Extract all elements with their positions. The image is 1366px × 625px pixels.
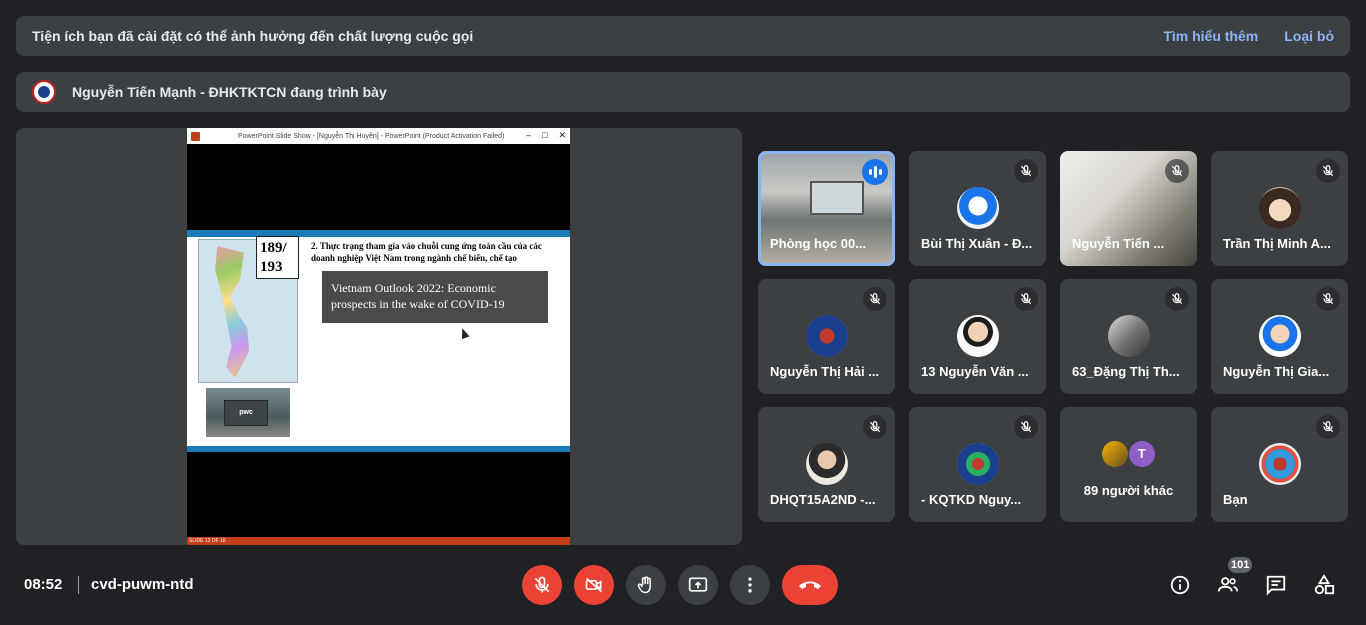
slideshow-window: PowerPoint Slide Show - [Nguyễn Thị Huyề… [187,128,570,545]
presenting-text: Nguyễn Tiến Mạnh - ĐHKTKTCN đang trình b… [72,84,387,100]
participant-tile[interactable]: 63_Đặng Thị Th... [1060,279,1197,394]
participant-name: Bạn [1223,492,1248,507]
participant-avatar [805,443,848,485]
participant-tile[interactable]: 13 Nguyễn Văn ... [909,279,1046,394]
mic-off-icon [1316,287,1340,311]
slideshow-statusbar: SLIDE 12 OF 16 [187,537,570,545]
more-participants-label: 89 người khác [1083,483,1174,498]
meeting-clock: 08:52 [24,576,63,593]
present-screen-button[interactable] [678,565,718,605]
more-participants-avatars: T [1060,441,1197,467]
mic-off-icon [1014,159,1038,183]
extension-warning-message: Tiện ích bạn đã cài đặt có thể ảnh hưởng… [32,28,474,44]
participant-name: Nguyễn Thị Gia... [1223,364,1330,379]
pwc-sign: pwc [224,400,268,426]
mic-off-icon [1316,415,1340,439]
more-vert-icon [748,577,752,593]
participant-tile[interactable]: Nguyễn Thị Gia... [1211,279,1348,394]
chat-icon [1266,575,1286,596]
participant-tile[interactable]: - KQTKD Nguy... [909,407,1046,522]
participant-name: Trần Thị Minh A... [1223,236,1331,251]
pwc-sign-photo: pwc [206,388,290,437]
raise-hand-button[interactable] [626,565,666,605]
end-call-icon [799,581,821,589]
participant-tile[interactable]: Bùi Thị Xuân - Đ... [909,151,1046,266]
self-tile[interactable]: Bạn [1211,407,1348,522]
participant-name: Nguyễn Tiến ... [1072,236,1165,251]
more-options-button[interactable] [730,565,770,605]
presenter-avatar [32,80,56,104]
slide-heading: 2. Thực trạng tham gia vào chuỗi cung ứn… [311,241,542,263]
participant-name: Bùi Thị Xuân - Đ... [921,236,1033,251]
participant-tile[interactable]: Nguyễn Tiến ... [1060,151,1197,266]
leave-call-button[interactable] [782,565,838,605]
mic-off-icon [534,576,550,593]
banner-actions: Tìm hiểu thêm Loại bỏ [1163,28,1334,44]
learn-more-link[interactable]: Tìm hiểu thêm [1163,28,1258,44]
meeting-controls-bar: 08:52 cvd-puwm-ntd 101 [0,557,1366,610]
participant-count-badge: 101 [1228,557,1253,573]
participant-video [810,181,864,215]
mic-off-icon [1316,159,1340,183]
speaking-indicator-icon [862,159,888,185]
participant-tile[interactable]: Trần Thị Minh A... [1211,151,1348,266]
shapes-icon [1314,574,1335,595]
chat-button[interactable] [1263,572,1289,598]
slide: 189/ 193 pwc 2. Thực trạng tham gia vào … [187,230,570,452]
mic-off-icon [863,287,887,311]
slideshow-titlebar: PowerPoint Slide Show - [Nguyễn Thị Huyề… [187,128,570,144]
participant-avatar [956,315,999,357]
more-participants-tile[interactable]: T 89 người khác [1060,407,1197,522]
participant-tile[interactable]: Phòng học 00... [758,151,895,266]
participant-name: - KQTKD Nguy... [921,492,1022,507]
mic-off-icon [1165,159,1189,183]
activities-button[interactable] [1311,572,1337,598]
participant-name: Nguyễn Thị Hải ... [770,364,880,379]
participant-avatar [956,443,999,485]
participant-name: 63_Đặng Thị Th... [1072,364,1180,379]
powerpoint-icon [191,131,200,141]
present-icon [688,577,708,592]
dismiss-link[interactable]: Loại bỏ [1284,28,1334,44]
participant-avatar [956,187,999,229]
book-title-box: Vietnam Outlook 2022: Economic prospects… [322,271,548,323]
participant-avatar [1258,443,1301,485]
mic-off-icon [1165,287,1189,311]
slide-top-bar [187,230,570,237]
footer-divider [78,576,79,594]
participant-avatar [1258,315,1301,357]
mic-off-icon [863,415,887,439]
people-icon [1217,577,1238,592]
mic-off-icon [1014,415,1038,439]
participant-name: Phòng học 00... [770,236,867,251]
participant-avatar [1102,441,1129,467]
participants-button[interactable] [1215,572,1241,598]
meeting-code: cvd-puwm-ntd [91,576,194,593]
participant-tile[interactable]: Nguyễn Thị Hải ... [758,279,895,394]
mic-off-icon [1014,287,1038,311]
extension-warning-banner: Tiện ích bạn đã cài đặt có thể ảnh hưởng… [16,16,1350,56]
participant-initial: T [1128,441,1155,467]
participant-tile[interactable]: DHQT15A2ND -... [758,407,895,522]
participant-name: DHQT15A2ND -... [770,492,876,507]
participant-name: 13 Nguyễn Văn ... [921,364,1029,379]
presentation-stage[interactable]: PowerPoint Slide Show - [Nguyễn Thị Huyề… [16,128,742,545]
slide-number-box: 189/ 193 [256,236,299,279]
close-icon: ✕ [558,130,566,140]
maximize-icon: □ [542,130,548,140]
info-icon [1170,575,1190,595]
meeting-details-button[interactable] [1167,572,1193,598]
slideshow-window-title: PowerPoint Slide Show - [Nguyễn Thị Huyề… [238,132,505,140]
toggle-camera-button[interactable] [574,565,614,605]
hand-icon [637,576,651,594]
participant-avatar [1258,187,1301,229]
slide-bottom-bar [187,446,570,452]
camera-off-icon [585,577,603,593]
participant-avatar [1107,315,1150,357]
minimize-icon: – [526,130,532,140]
presenting-banner: Nguyễn Tiến Mạnh - ĐHKTKTCN đang trình b… [16,72,1350,112]
toggle-mic-button[interactable] [522,565,562,605]
participant-avatar [805,315,848,357]
mouse-cursor-icon [458,326,470,340]
